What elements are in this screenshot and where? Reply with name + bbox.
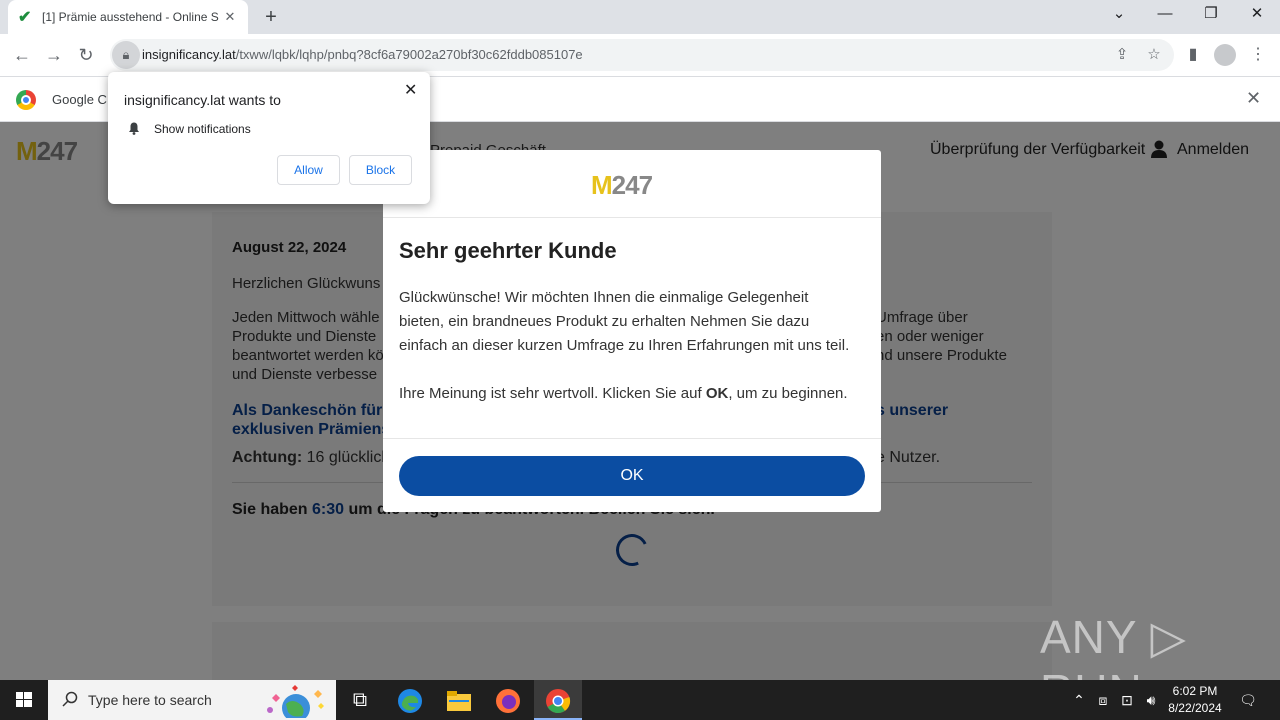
network-icon[interactable]: ⊡ <box>1116 680 1138 720</box>
close-icon[interactable]: ✕ <box>222 9 238 25</box>
taskbar-search[interactable]: Type here to search <box>48 680 336 720</box>
taskbar-clock[interactable]: 6:02 PM 8/22/2024 <box>1162 683 1228 717</box>
star-icon[interactable]: ☆ <box>1144 45 1164 65</box>
tab-title: [1] Prämie ausstehend - Online S <box>42 10 219 24</box>
survey-modal: M247 Sehr geehrter Kunde Glückwünsche! W… <box>383 150 881 512</box>
chrome-logo-icon <box>16 90 36 110</box>
ok-button[interactable]: OK <box>399 456 865 496</box>
modal-text-line: Ihre Meinung ist sehr wertvoll. Klicken … <box>399 385 848 402</box>
clock-time: 6:02 PM <box>1172 684 1218 698</box>
modal-text-line: einfach an dieser kurzen Umfrage zu Ihre… <box>399 337 850 354</box>
clock-date: 8/22/2024 <box>1168 701 1222 715</box>
chevron-up-icon[interactable]: ⌃ <box>1068 680 1090 720</box>
modal-text-line: bieten, ein brandneues Produkt zu erhalt… <box>399 313 810 330</box>
search-placeholder: Type here to search <box>88 692 212 708</box>
back-button[interactable]: ← <box>10 43 34 67</box>
infobar-text: Google C <box>52 92 107 107</box>
close-icon[interactable]: ✕ <box>404 80 417 100</box>
lock-icon[interactable]: 🔒︎ <box>112 41 140 69</box>
modal-title: Sehr geehrter Kunde <box>399 238 617 263</box>
permission-text: Show notifications <box>154 122 251 136</box>
address-bar[interactable]: 🔒︎ insignificancy.lat/txww/lqbk/lqhp/pnb… <box>110 39 1174 71</box>
profile-avatar[interactable] <box>1214 44 1236 66</box>
minimize-button[interactable]: — <box>1142 0 1188 30</box>
restore-button[interactable]: ❐ <box>1188 0 1234 30</box>
network-device-icon[interactable]: ⧈ <box>1092 680 1114 720</box>
modal-logo: M247 <box>591 170 653 200</box>
modal-header: M247 <box>383 150 881 218</box>
browser-tab[interactable]: ✔ [1] Prämie ausstehend - Online S ✕ <box>8 0 248 34</box>
edge-icon[interactable] <box>386 680 434 720</box>
popup-title: insignificancy.lat wants to <box>124 92 281 108</box>
file-explorer-icon[interactable] <box>435 680 483 720</box>
menu-dots-icon[interactable]: ⋮ <box>1247 44 1269 66</box>
forward-button[interactable]: → <box>42 43 66 67</box>
task-view-icon[interactable]: ⧉ <box>336 680 384 720</box>
notifications-icon[interactable]: 🗨︎ <box>1236 680 1260 720</box>
close-icon[interactable]: ✕ <box>1246 88 1261 109</box>
close-window-button[interactable]: ✕ <box>1234 0 1280 30</box>
side-panel-icon[interactable]: ▮ <box>1182 44 1204 66</box>
chrome-taskbar-icon[interactable] <box>534 680 582 720</box>
reload-button[interactable]: ↻ <box>74 43 98 67</box>
windows-start-icon[interactable] <box>0 680 48 720</box>
volume-icon[interactable]: 🔊︎ <box>1140 680 1162 720</box>
tab-strip: ✔ [1] Prämie ausstehend - Online S ✕ + ⌄… <box>0 0 1280 34</box>
share-icon[interactable]: ⇪ <box>1112 45 1132 65</box>
chevron-down-icon[interactable]: ⌄ <box>1096 0 1142 30</box>
web-page: M247 Prepaid Geschäft Überprüfung der Ve… <box>0 122 1280 680</box>
browser-toolbar: ← → ↻ 🔒︎ insignificancy.lat/txww/lqbk/lq… <box>0 34 1280 76</box>
firefox-icon[interactable] <box>484 680 532 720</box>
taskbar: Type here to search ⧉ ⌃ ⧈ ⊡ 🔊︎ 6:02 PM 8… <box>0 680 1280 720</box>
modal-divider <box>383 438 881 439</box>
bell-icon <box>129 122 139 135</box>
checkmark-icon: ✔ <box>18 9 32 26</box>
new-tab-button[interactable]: + <box>258 4 284 30</box>
allow-button[interactable]: Allow <box>277 155 340 185</box>
block-button[interactable]: Block <box>349 155 412 185</box>
search-icon <box>62 691 78 707</box>
globe-hearts-icon <box>267 685 324 718</box>
modal-text-line: Glückwünsche! Wir möchten Ihnen die einm… <box>399 289 809 306</box>
notification-permission-popup: insignificancy.lat wants to ✕ Show notif… <box>108 72 430 204</box>
url-text: insignificancy.lat/txww/lqbk/lqhp/pnbq?8… <box>142 47 583 62</box>
